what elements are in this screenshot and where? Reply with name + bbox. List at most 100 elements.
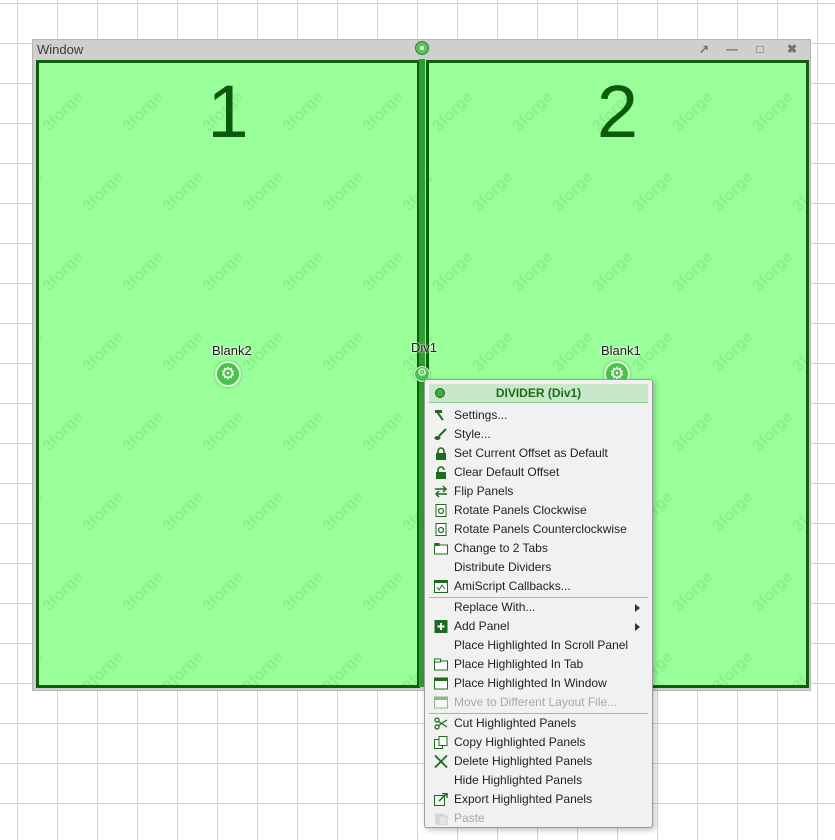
watermark-text: 3forge (239, 168, 287, 215)
menu-item-place-highlighted-in-window[interactable]: Place Highlighted In Window (429, 674, 648, 693)
watermark-text: 3forge (239, 488, 287, 535)
watermark-text: 3forge (709, 488, 757, 535)
menu-item-export-highlighted-panels[interactable]: Export Highlighted Panels (429, 790, 648, 809)
window-title: Window (37, 42, 84, 57)
plus-icon (434, 620, 448, 633)
menu-item-label: Add Panel (454, 619, 510, 633)
menu-item-copy-highlighted-panels[interactable]: Copy Highlighted Panels (429, 733, 648, 752)
copy-icon (434, 736, 448, 749)
menu-item-label: Place Highlighted In Window (454, 676, 607, 690)
menu-item-delete-highlighted-panels[interactable]: Delete Highlighted Panels (429, 752, 648, 771)
watermark-text: 3forge (469, 168, 517, 215)
watermark-text: 3forge (749, 248, 797, 295)
menu-item-change-to-2-tabs[interactable]: Change to 2 Tabs (429, 539, 648, 558)
menu-item-label: Replace With... (454, 600, 536, 614)
rotate-ccw-icon (434, 523, 448, 536)
menu-item-set-current-offset-as-default[interactable]: Set Current Offset as Default (429, 444, 648, 463)
watermark-text: 3forge (79, 328, 127, 375)
divider-label: Div1 (411, 340, 438, 355)
paste-icon (434, 812, 448, 826)
watermark-text: 3forge (319, 168, 367, 215)
watermark-text: 3forge (789, 488, 809, 535)
watermark-text: 3forge (399, 648, 420, 688)
watermark-text: 3forge (39, 408, 87, 455)
watermark-text: 3forge (36, 328, 47, 375)
menu-header-title: DIVIDER (Div1) (495, 386, 582, 400)
watermark-text: 3forge (319, 488, 367, 535)
watermark-text: 3forge (709, 328, 757, 375)
menu-item-place-highlighted-in-tab[interactable]: Place Highlighted In Tab (429, 655, 648, 674)
watermark-text: 3forge (359, 568, 407, 615)
menu-item-label: Place Highlighted In Tab (454, 657, 584, 671)
menu-item-rotate-panels-counterclockwise[interactable]: Rotate Panels Counterclockwise (429, 520, 648, 539)
menu-item-replace-with[interactable]: Replace With... (429, 598, 648, 617)
watermark-text: 3forge (359, 248, 407, 295)
x-icon (434, 754, 448, 769)
panel-label: Blank1 (601, 343, 641, 358)
menu-item-hide-highlighted-panels[interactable]: Hide Highlighted Panels (429, 771, 648, 790)
menu-item-amiscript-callbacks[interactable]: AmiScript Callbacks... (429, 577, 648, 596)
menu-item-label: AmiScript Callbacks... (454, 579, 571, 593)
watermark-text: 3forge (549, 168, 597, 215)
gear-icon[interactable]: ⚙ (215, 361, 241, 387)
menu-item-label: Paste (454, 811, 485, 825)
watermark-text: 3forge (319, 648, 367, 688)
watermark-text: 3forge (549, 328, 597, 375)
menu-item-label: Copy Highlighted Panels (454, 735, 586, 749)
watermark-text: 3forge (79, 648, 127, 688)
watermark-text: 3forge (159, 328, 207, 375)
watermark-text: 3forge (749, 568, 797, 615)
menu-item-label: Move to Different Layout File... (454, 695, 618, 709)
menu-header-icon (435, 388, 445, 398)
watermark-text: 3forge (39, 568, 87, 615)
menu-item-flip-panels[interactable]: Flip Panels (429, 482, 648, 501)
unlock-icon (434, 466, 448, 479)
menu-item-rotate-panels-clockwise[interactable]: Rotate Panels Clockwise (429, 501, 648, 520)
maximize-icon[interactable]: □ (752, 42, 768, 56)
panel-number: 1 (207, 70, 249, 153)
minimize-icon[interactable]: — (724, 42, 740, 56)
folder-tab-icon (434, 658, 448, 671)
menu-item-label: Export Highlighted Panels (454, 792, 593, 806)
menu-item-cut-highlighted-panels[interactable]: Cut Highlighted Panels (429, 714, 648, 733)
menu-item-settings[interactable]: Settings... (429, 406, 648, 425)
watermark-text: 3forge (709, 168, 757, 215)
watermark-text: 3forge (159, 648, 207, 688)
watermark-text: 3forge (119, 248, 167, 295)
window-icon (434, 696, 448, 709)
watermark-text: 3forge (199, 408, 247, 455)
watermark-text: 3forge (279, 568, 327, 615)
menu-item-clear-default-offset[interactable]: Clear Default Offset (429, 463, 648, 482)
watermark-text: 3forge (119, 568, 167, 615)
menu-item-label: Hide Highlighted Panels (454, 773, 583, 787)
watermark-text: 3forge (159, 488, 207, 535)
watermark-text: 3forge (239, 648, 287, 688)
watermark-text: 3forge (789, 328, 809, 375)
menu-item-label: Rotate Panels Counterclockwise (454, 522, 627, 536)
watermark-text: 3forge (279, 248, 327, 295)
menu-item-style[interactable]: Style... (429, 425, 648, 444)
scissors-icon (434, 717, 448, 730)
watermark-text: 3forge (199, 248, 247, 295)
menu-item-label: Rotate Panels Clockwise (454, 503, 587, 517)
watermark-text: 3forge (36, 168, 47, 215)
watermark-text: 3forge (159, 168, 207, 215)
watermark-text: 3forge (789, 168, 809, 215)
swap-arrows-icon (434, 485, 448, 498)
watermark-text: 3forge (669, 568, 717, 615)
menu-item-label: Cut Highlighted Panels (454, 716, 577, 730)
menu-item-place-highlighted-in-scroll-panel[interactable]: Place Highlighted In Scroll Panel (429, 636, 648, 655)
window-handle-icon[interactable] (415, 41, 429, 55)
close-icon[interactable]: ✖ (784, 42, 800, 56)
menu-item-paste: Paste (429, 809, 648, 828)
watermark-text: 3forge (36, 648, 47, 688)
watermark-text: 3forge (39, 248, 87, 295)
expand-icon[interactable]: ↗ (696, 42, 712, 56)
script-icon (434, 580, 448, 593)
menu-item-add-panel[interactable]: Add Panel (429, 617, 648, 636)
tabs-icon (434, 542, 448, 555)
watermark-text: 3forge (709, 648, 757, 688)
context-menu: DIVIDER (Div1) Settings... Style... Set Cu… (424, 379, 653, 828)
window-icon (434, 677, 448, 690)
menu-item-distribute-dividers[interactable]: Distribute Dividers (429, 558, 648, 577)
